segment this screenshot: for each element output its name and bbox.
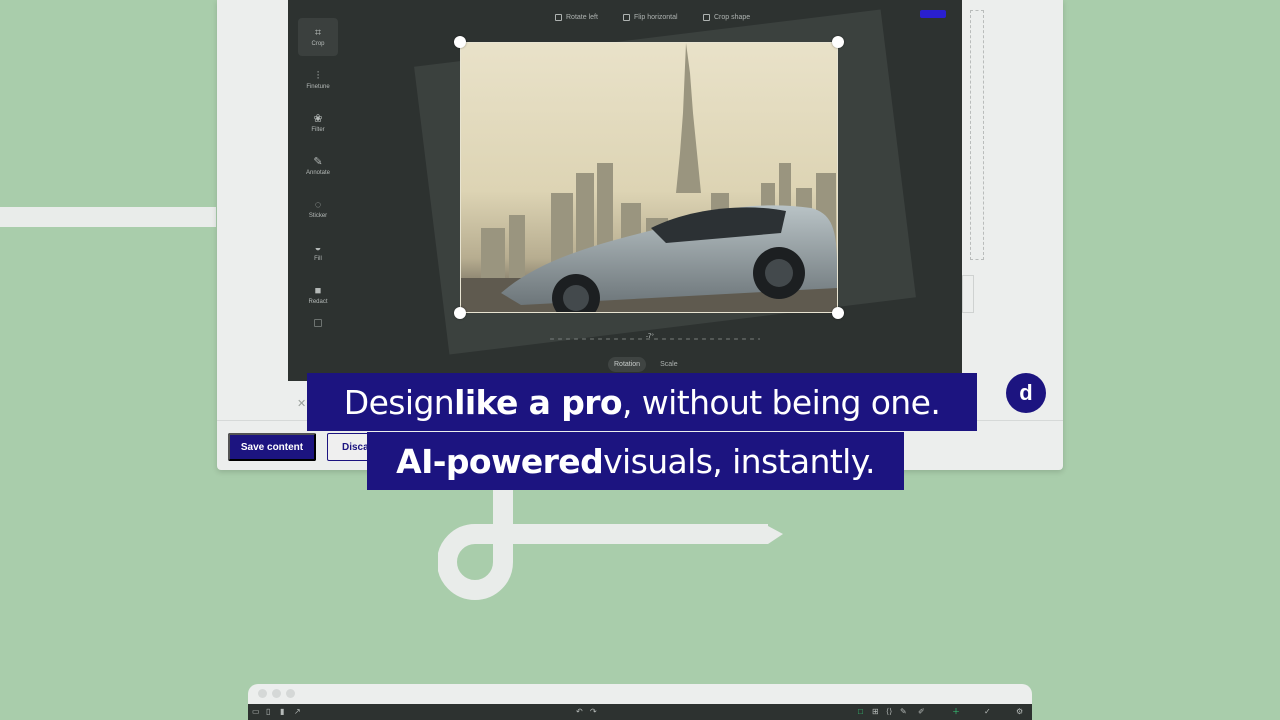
tool-label: Redact xyxy=(308,299,328,305)
check-icon[interactable]: ✓ xyxy=(984,707,991,717)
cms-side-panel xyxy=(962,0,992,330)
rotate-left-label: Rotate left xyxy=(566,14,598,21)
editor-tool-sidebar: ⌗ Crop ⫶ Finetune ❀ Filter ✎ Annotate ◌ … xyxy=(298,18,338,327)
tool-label: Fill xyxy=(314,256,322,262)
crop-handle-bottom-right[interactable] xyxy=(832,307,844,319)
tool-annotate[interactable]: ✎ Annotate xyxy=(298,147,338,185)
pen-icon[interactable]: ✎ xyxy=(900,707,907,717)
rotate-left-icon xyxy=(555,14,562,21)
done-button[interactable] xyxy=(920,10,946,18)
crop-shape-label: Crop shape xyxy=(714,14,751,21)
crop-shape-button[interactable]: Crop shape xyxy=(703,14,750,21)
code-icon[interactable]: ⟨⟩ xyxy=(886,707,892,717)
filter-icon: ❀ xyxy=(313,113,323,125)
undo-icon[interactable]: ↶ xyxy=(576,707,583,717)
caption-emphasis: like a pro xyxy=(454,382,623,422)
redact-icon: ■ xyxy=(314,285,322,297)
rotation-ticks xyxy=(548,338,760,340)
background-bar xyxy=(0,207,216,227)
crop-handle-bottom-left[interactable] xyxy=(454,307,466,319)
caption-text: visuals, instantly. xyxy=(603,441,875,481)
save-content-button[interactable]: Save content xyxy=(228,433,316,461)
mobile-view-icon[interactable]: ▮ xyxy=(280,707,284,717)
crop-handle-top-left[interactable] xyxy=(454,36,466,48)
tool-frame[interactable] xyxy=(298,319,338,327)
add-icon[interactable]: ＋ xyxy=(952,707,960,717)
dropzone-outline xyxy=(970,10,984,260)
caption-emphasis: AI-powered xyxy=(396,441,604,481)
brand-glyph: d xyxy=(1019,380,1033,405)
close-icon[interactable]: ✕ xyxy=(297,397,306,410)
brand-logo: d xyxy=(1006,373,1046,413)
frame-icon xyxy=(314,319,322,327)
tab-scale[interactable]: Scale xyxy=(654,357,684,372)
finetune-icon: ⫶ xyxy=(316,70,320,82)
caption-text: Design xyxy=(343,382,455,422)
city-car-photo xyxy=(461,43,837,312)
tab-rotation[interactable]: Rotation xyxy=(608,357,647,372)
flip-horizontal-button[interactable]: Flip horizontal xyxy=(623,14,678,21)
caption-text: , without being one. xyxy=(622,382,941,422)
sticker-icon: ◌ xyxy=(314,199,322,211)
tool-redact[interactable]: ■ Redact xyxy=(298,276,338,314)
tool-finetune[interactable]: ⫶ Finetune xyxy=(298,61,338,99)
editable-photo[interactable] xyxy=(460,42,838,313)
annotate-icon: ✎ xyxy=(313,156,323,168)
settings-icon[interactable]: ⚙ xyxy=(1016,707,1023,717)
tablet-view-icon[interactable]: ▯ xyxy=(266,707,270,717)
crop-mode-tabs: Rotation Scale xyxy=(608,357,684,372)
fill-icon: ◒ xyxy=(314,242,322,254)
browser-window: ▭ ▯ ▮ ↗ ↶ ↷ □ ⊞ ⟨⟩ ✎ ✐ ＋ ✓ ⚙ xyxy=(248,684,1032,720)
crop-shape-icon xyxy=(703,14,710,21)
crop-handle-top-right[interactable] xyxy=(832,36,844,48)
caption-line-1: Design like a pro, without being one. xyxy=(307,373,977,431)
tool-label: Filter xyxy=(311,127,325,133)
rotate-left-button[interactable]: Rotate left xyxy=(555,14,598,21)
select-icon[interactable]: □ xyxy=(858,707,863,717)
tool-fill[interactable]: ◒ Fill xyxy=(298,233,338,271)
cms-field-box xyxy=(962,275,974,313)
external-link-icon[interactable]: ↗ xyxy=(294,707,301,717)
tool-label: Annotate xyxy=(305,170,331,176)
tool-crop[interactable]: ⌗ Crop xyxy=(298,18,338,56)
tool-label: Crop xyxy=(311,41,325,47)
window-dot[interactable] xyxy=(286,689,295,698)
browser-toolbar: ▭ ▯ ▮ ↗ ↶ ↷ □ ⊞ ⟨⟩ ✎ ✐ ＋ ✓ ⚙ xyxy=(248,704,1032,720)
window-dot[interactable] xyxy=(272,689,281,698)
flip-horizontal-icon xyxy=(623,14,630,21)
desktop-view-icon[interactable]: ▭ xyxy=(252,707,260,717)
brush-icon[interactable]: ✐ xyxy=(918,707,925,717)
window-controls xyxy=(258,689,295,698)
caption-line-2: AI-powered visuals, instantly. xyxy=(367,432,904,490)
crop-icon: ⌗ xyxy=(314,27,322,39)
tool-label: Sticker xyxy=(308,213,328,219)
image-editor: ⋯ Rotate left Flip horizontal Crop shape… xyxy=(288,0,962,381)
tool-label: Finetune xyxy=(306,84,330,90)
window-dot[interactable] xyxy=(258,689,267,698)
brand-curve-graphic xyxy=(438,482,783,600)
rotation-slider[interactable]: -7° xyxy=(548,330,760,344)
redo-icon[interactable]: ↷ xyxy=(590,707,597,717)
tool-filter[interactable]: ❀ Filter xyxy=(298,104,338,142)
grid-icon[interactable]: ⊞ xyxy=(872,707,879,717)
tool-sticker[interactable]: ◌ Sticker xyxy=(298,190,338,228)
flip-horizontal-label: Flip horizontal xyxy=(634,14,678,21)
